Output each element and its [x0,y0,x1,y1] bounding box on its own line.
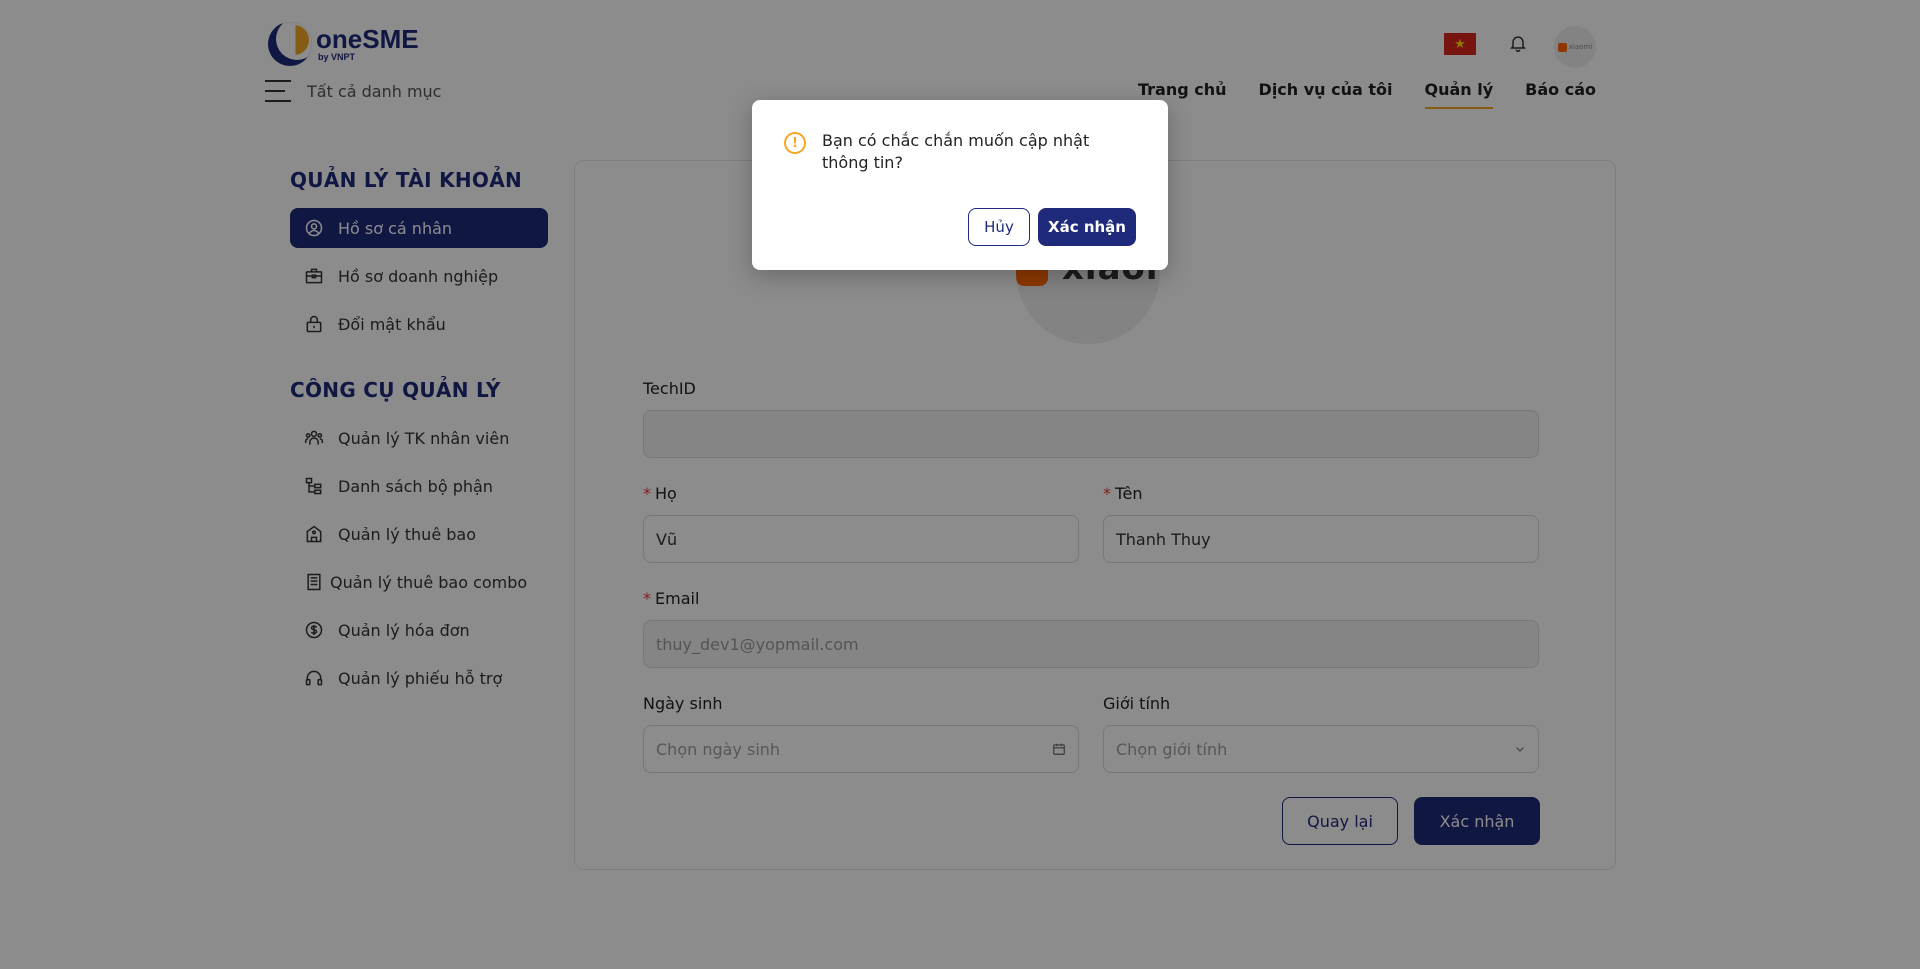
confirm-dialog: ! Bạn có chắc chắn muốn cập nhật thông t… [752,100,1168,270]
warning-icon: ! [784,132,806,154]
dialog-message: Bạn có chắc chắn muốn cập nhật thông tin… [822,131,1090,172]
dialog-confirm-button[interactable]: Xác nhận [1038,208,1136,246]
dialog-cancel-button[interactable]: Hủy [968,208,1030,246]
